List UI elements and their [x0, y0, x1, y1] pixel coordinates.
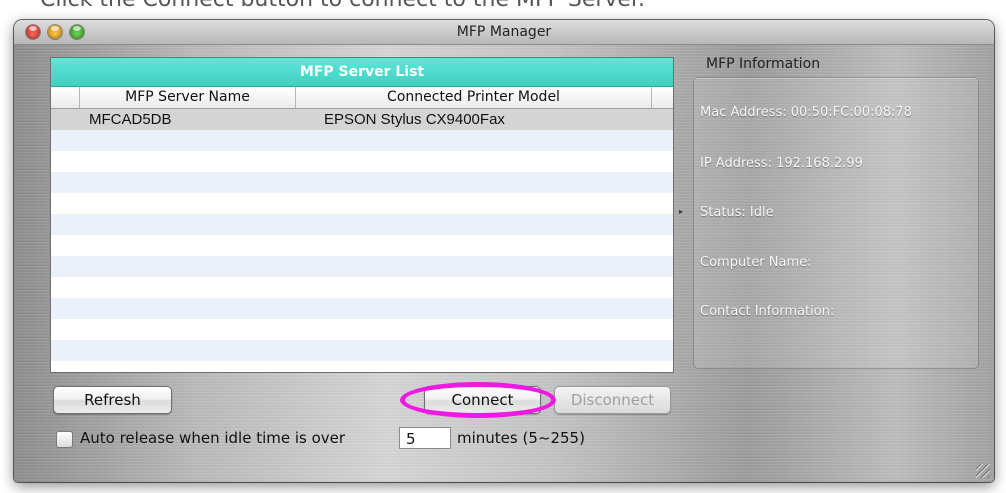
table-row	[51, 214, 673, 235]
server-list-header: MFP Server Name Connected Printer Model	[51, 87, 673, 109]
table-row	[51, 277, 673, 298]
caption-text: Click the Connect button to connect to t…	[40, 0, 645, 11]
table-row	[51, 130, 673, 151]
table-row	[51, 319, 673, 340]
table-row	[51, 256, 673, 277]
auto-release-label: Auto release when idle time is over	[80, 429, 346, 447]
column-header-printer-model[interactable]: Connected Printer Model	[295, 87, 651, 108]
header-spacer	[51, 87, 78, 108]
mfp-manager-window: MFP Manager MFP Server List MFP Server N…	[14, 20, 994, 482]
idle-minutes-input[interactable]: 5	[399, 427, 451, 449]
splitter-handle-icon[interactable]: ▸	[679, 208, 685, 216]
resize-grip-icon[interactable]	[976, 464, 990, 478]
status-text: Status: Idle	[700, 205, 774, 220]
server-list-rows: MFCAD5DB EPSON Stylus CX9400Fax	[51, 109, 673, 361]
table-row	[51, 298, 673, 319]
table-row	[51, 172, 673, 193]
printer-model-cell: EPSON Stylus CX9400Fax	[324, 111, 505, 128]
header-spacer	[651, 87, 673, 108]
instruction-caption: Click the Connect button to connect to t…	[0, 0, 1006, 20]
table-row	[51, 235, 673, 256]
window-title: MFP Manager	[456, 24, 552, 40]
table-row[interactable]: MFCAD5DB EPSON Stylus CX9400Fax	[51, 109, 673, 130]
table-row	[51, 151, 673, 172]
computer-name-text: Computer Name:	[700, 255, 812, 270]
mfp-information-panel	[693, 77, 979, 369]
mfp-information-label: MFP Information	[706, 56, 821, 72]
contact-information-text: Contact Information:	[700, 304, 835, 319]
ip-address-text: IP Address: 192.168.2.99	[700, 156, 863, 171]
server-list[interactable]: MFP Server List MFP Server Name Connecte…	[50, 57, 674, 373]
column-header-server-name[interactable]: MFP Server Name	[79, 87, 295, 108]
table-row	[51, 193, 673, 214]
server-list-title: MFP Server List	[51, 58, 673, 87]
disconnect-button[interactable]: Disconnect	[554, 386, 671, 414]
title-bar[interactable]: MFP Manager	[14, 20, 994, 45]
table-row	[51, 340, 673, 361]
auto-release-checkbox[interactable]	[56, 431, 73, 448]
idle-minutes-range-label: minutes (5~255)	[457, 429, 585, 447]
refresh-button[interactable]: Refresh	[53, 386, 172, 414]
mac-address-text: Mac Address: 00:50:FC:00:08:78	[700, 105, 912, 120]
server-name-cell: MFCAD5DB	[89, 111, 172, 128]
connect-highlight-ring	[400, 382, 556, 418]
